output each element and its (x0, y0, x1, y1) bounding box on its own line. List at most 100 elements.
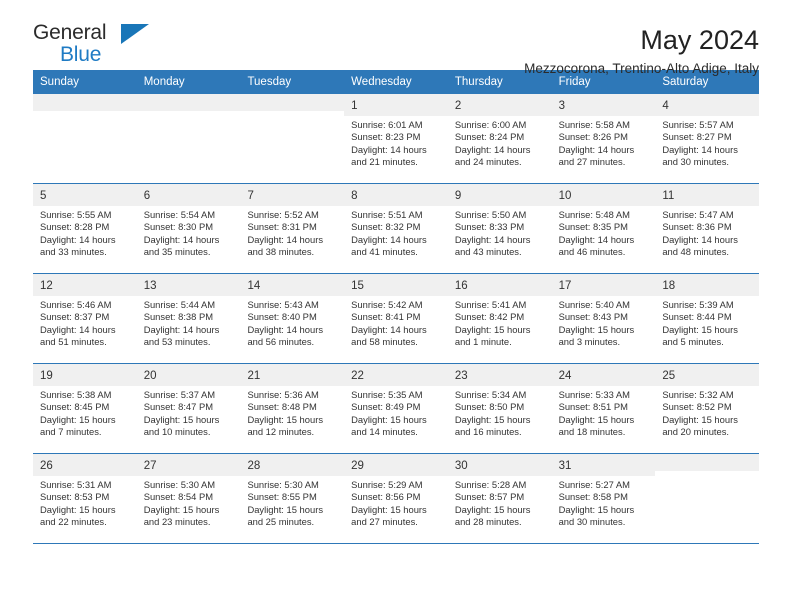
day-number-band: 9 (447, 184, 552, 206)
sunset-text: Sunset: 8:32 PM (351, 221, 421, 233)
day-number-band: 11 (655, 184, 760, 206)
sunset-text: Sunset: 8:33 PM (454, 221, 525, 233)
day-number-band (33, 94, 137, 111)
sunrise-text: Sunrise: 5:34 AM (454, 389, 527, 400)
calendar-day-cell[interactable]: 25 Sunrise: 5:32 AM Sunset: 8:52 PM Dayligh… (655, 364, 760, 453)
calendar-day-cell[interactable]: 5 Sunrise: 5:55 AM Sunset: 8:28 PM Daylight… (33, 184, 137, 273)
daylight-text-line2: and 10 minutes. (143, 425, 211, 437)
daylight-text-line2: and 30 minutes. (558, 515, 626, 527)
calendar-day-cell[interactable]: 29 Sunrise: 5:29 AM Sunset: 8:56 PM Dayligh… (344, 454, 448, 543)
page-title: May 2024 (640, 25, 759, 55)
day-number-band: 31 (551, 454, 656, 476)
sunset-text: Sunset: 8:31 PM (247, 221, 317, 233)
day-number-band: 13 (136, 274, 241, 296)
daylight-text-line2: and 46 minutes. (558, 245, 626, 257)
day-sun-info: Sunrise: 5:43 AM Sunset: 8:40 PM Daylight:… (240, 296, 344, 348)
sunrise-text: Sunrise: 5:51 AM (351, 209, 423, 220)
day-sun-info: Sunrise: 5:58 AM Sunset: 8:26 PM Daylight:… (552, 116, 656, 168)
day-number: 3 (558, 100, 565, 112)
day-sun-info: Sunrise: 6:01 AM Sunset: 8:23 PM Daylight:… (344, 116, 448, 168)
calendar-empty-cell (240, 94, 345, 183)
day-number: 2 (454, 100, 462, 112)
sunset-text: Sunset: 8:58 PM (558, 491, 628, 503)
sunset-text: Sunset: 8:56 PM (351, 491, 421, 503)
calendar-day-cell[interactable]: 7 Sunrise: 5:52 AM Sunset: 8:31 PM Daylight… (240, 184, 345, 273)
day-number-band: 3 (551, 94, 656, 116)
day-number: 6 (143, 190, 151, 202)
daylight-text-line2: and 30 minutes. (662, 155, 730, 167)
day-of-week-header: Thursday (454, 76, 503, 88)
day-sun-info: Sunrise: 5:47 AM Sunset: 8:36 PM Daylight:… (655, 206, 759, 258)
day-number-band: 23 (447, 364, 552, 386)
daylight-text-line1: Daylight: 14 hours (143, 233, 220, 245)
triangle-flag-icon (121, 24, 149, 44)
sunset-text: Sunset: 8:24 PM (454, 131, 525, 143)
sunset-text: Sunset: 8:37 PM (40, 311, 110, 323)
calendar-day-cell[interactable]: 26 Sunrise: 5:31 AM Sunset: 8:53 PM Dayligh… (33, 454, 137, 543)
day-number: 28 (247, 460, 261, 472)
calendar-day-cell[interactable]: 21 Sunrise: 5:36 AM Sunset: 8:48 PM Dayligh… (240, 364, 345, 453)
calendar-day-cell[interactable]: 17 Sunrise: 5:40 AM Sunset: 8:43 PM Dayligh… (551, 274, 656, 363)
day-number-band: 7 (240, 184, 345, 206)
calendar-day-cell[interactable]: 3 Sunrise: 5:58 AM Sunset: 8:26 PM Daylight… (551, 94, 656, 183)
calendar-day-cell[interactable]: 8 Sunrise: 5:51 AM Sunset: 8:32 PM Daylight… (344, 184, 448, 273)
day-number: 20 (143, 370, 157, 382)
calendar-day-cell[interactable]: 24 Sunrise: 5:33 AM Sunset: 8:51 PM Dayligh… (551, 364, 656, 453)
daylight-text-line2: and 1 minute. (454, 335, 512, 347)
day-number-band: 27 (136, 454, 241, 476)
daylight-text-line2: and 38 minutes. (247, 245, 315, 257)
day-number-band (655, 454, 760, 471)
sunset-text: Sunset: 8:27 PM (662, 131, 732, 143)
daylight-text-line2: and 51 minutes. (40, 335, 107, 347)
calendar-day-cell[interactable]: 27 Sunrise: 5:30 AM Sunset: 8:54 PM Dayligh… (136, 454, 241, 543)
daylight-text-line1: Daylight: 15 hours (247, 413, 324, 425)
calendar-day-cell[interactable]: 30 Sunrise: 5:28 AM Sunset: 8:57 PM Dayligh… (447, 454, 552, 543)
calendar-week-row: 5 Sunrise: 5:55 AM Sunset: 8:28 PM Daylight… (33, 184, 760, 274)
day-number: 8 (351, 190, 358, 202)
calendar-day-cell[interactable]: 12 Sunrise: 5:46 AM Sunset: 8:37 PM Dayligh… (33, 274, 137, 363)
day-number-band: 24 (551, 364, 656, 386)
daylight-text-line2: and 58 minutes. (351, 335, 418, 347)
calendar-day-cell[interactable]: 19 Sunrise: 5:38 AM Sunset: 8:45 PM Dayligh… (33, 364, 137, 453)
calendar-day-cell[interactable]: 10 Sunrise: 5:48 AM Sunset: 8:35 PM Dayligh… (551, 184, 656, 273)
calendar-day-cell[interactable]: 11 Sunrise: 5:47 AM Sunset: 8:36 PM Dayligh… (655, 184, 760, 273)
calendar-week-row: 26 Sunrise: 5:31 AM Sunset: 8:53 PM Dayligh… (33, 454, 760, 544)
calendar-day-cell[interactable]: 1 Sunrise: 6:01 AM Sunset: 8:23 PM Daylight… (344, 94, 448, 183)
calendar-day-cell[interactable]: 31 Sunrise: 5:27 AM Sunset: 8:58 PM Dayligh… (551, 454, 656, 543)
day-sun-info: Sunrise: 5:44 AM Sunset: 8:38 PM Daylight:… (137, 296, 241, 348)
calendar-day-cell[interactable]: 16 Sunrise: 5:41 AM Sunset: 8:42 PM Dayligh… (447, 274, 552, 363)
day-number: 30 (454, 460, 468, 472)
logo[interactable]: General Blue (33, 22, 151, 68)
daylight-text-line1: Daylight: 14 hours (558, 143, 635, 155)
calendar-day-cell[interactable]: 2 Sunrise: 6:00 AM Sunset: 8:24 PM Daylight… (447, 94, 552, 183)
calendar-day-cell[interactable]: 4 Sunrise: 5:57 AM Sunset: 8:27 PM Daylight… (655, 94, 760, 183)
daylight-text-line1: Daylight: 14 hours (662, 233, 738, 245)
day-of-week-header-row: Sunday Monday Tuesday Wednesday Thursday Frid… (33, 70, 759, 94)
calendar-week-row: 19 Sunrise: 5:38 AM Sunset: 8:45 PM Dayligh… (33, 364, 760, 454)
calendar-day-cell[interactable]: 13 Sunrise: 5:44 AM Sunset: 8:38 PM Dayligh… (136, 274, 241, 363)
calendar-day-cell[interactable]: 22 Sunrise: 5:35 AM Sunset: 8:49 PM Dayligh… (344, 364, 448, 453)
daylight-text-line1: Daylight: 15 hours (143, 503, 220, 515)
calendar-day-cell[interactable]: 23 Sunrise: 5:34 AM Sunset: 8:50 PM Dayligh… (447, 364, 552, 453)
calendar-day-cell[interactable]: 9 Sunrise: 5:50 AM Sunset: 8:33 PM Daylight… (447, 184, 552, 273)
day-number: 15 (351, 280, 364, 292)
day-sun-info: Sunrise: 5:55 AM Sunset: 8:28 PM Daylight:… (33, 206, 137, 258)
calendar-day-cell[interactable]: 28 Sunrise: 5:30 AM Sunset: 8:55 PM Dayligh… (240, 454, 345, 543)
day-number-band: 22 (344, 364, 448, 386)
calendar-page: General Blue May 2024 Mezzocorona, Trent… (0, 0, 792, 612)
day-number-band (136, 94, 241, 111)
daylight-text-line1: Daylight: 14 hours (662, 143, 738, 155)
daylight-text-line2: and 3 minutes. (558, 335, 621, 347)
calendar-day-cell[interactable]: 18 Sunrise: 5:39 AM Sunset: 8:44 PM Dayligh… (655, 274, 760, 363)
daylight-text-line1: Daylight: 15 hours (454, 503, 531, 515)
daylight-text-line2: and 7 minutes. (40, 425, 102, 437)
daylight-text-line1: Daylight: 14 hours (40, 233, 116, 245)
calendar-day-cell[interactable]: 6 Sunrise: 5:54 AM Sunset: 8:30 PM Daylight… (136, 184, 241, 273)
calendar-day-cell[interactable]: 14 Sunrise: 5:43 AM Sunset: 8:40 PM Dayligh… (240, 274, 345, 363)
calendar-day-cell[interactable]: 20 Sunrise: 5:37 AM Sunset: 8:47 PM Dayligh… (136, 364, 241, 453)
sunset-text: Sunset: 8:51 PM (558, 401, 628, 413)
calendar-day-cell[interactable]: 15 Sunrise: 5:42 AM Sunset: 8:41 PM Dayligh… (344, 274, 448, 363)
daylight-text-line2: and 20 minutes. (662, 425, 730, 437)
sunset-text: Sunset: 8:45 PM (40, 401, 110, 413)
day-sun-info: Sunrise: 5:30 AM Sunset: 8:54 PM Daylight:… (137, 476, 241, 528)
